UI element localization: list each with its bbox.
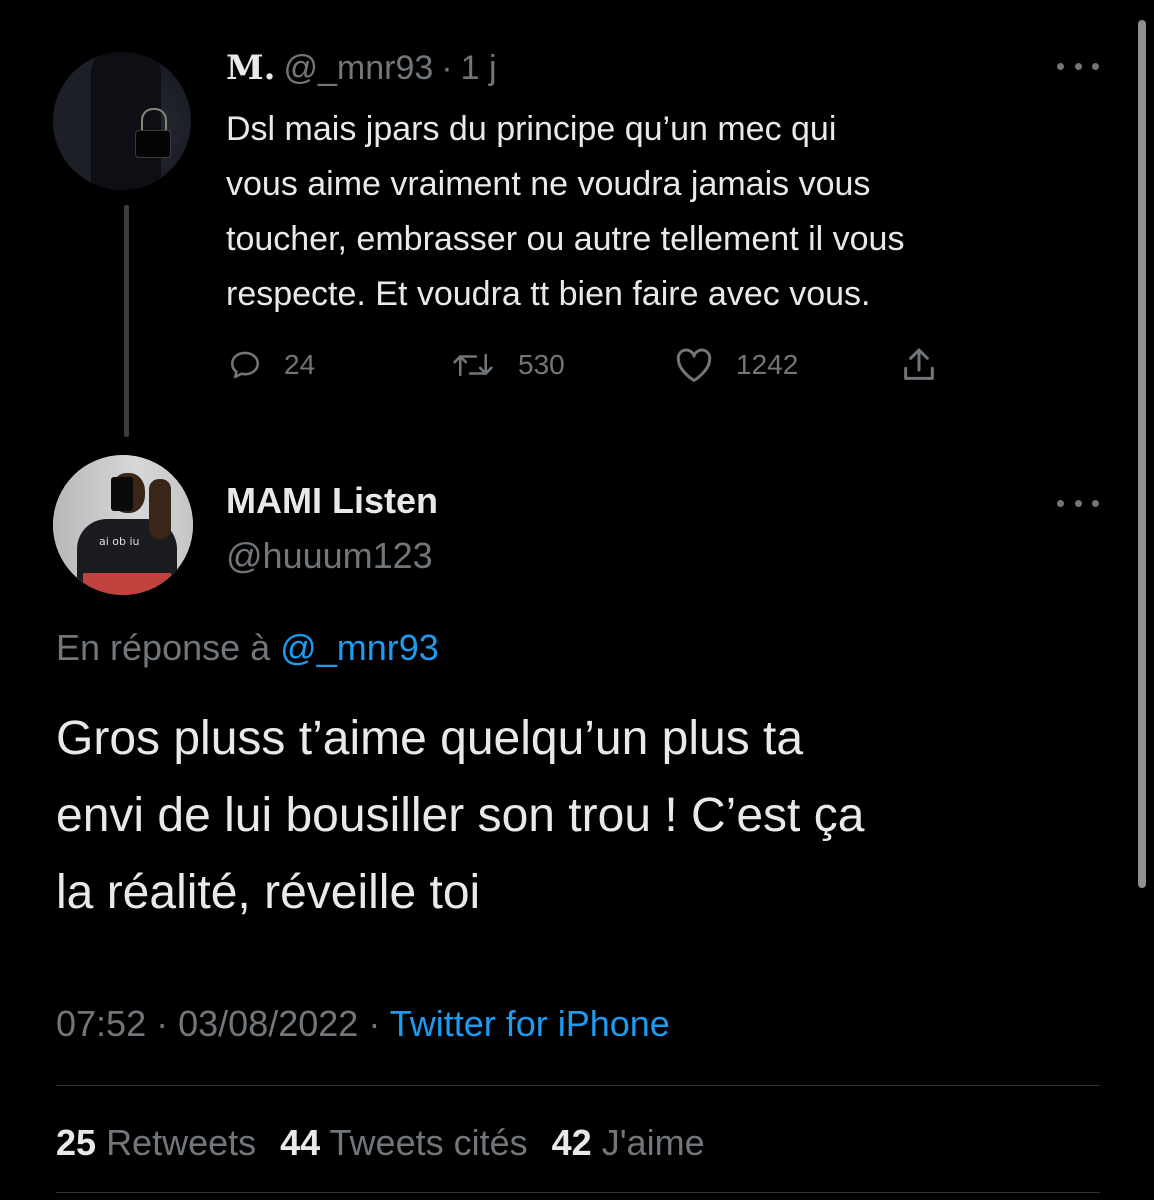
retweets-stat[interactable]: 25 Retweets — [56, 1122, 256, 1164]
likes-count: 42 — [551, 1122, 592, 1163]
parent-tweet-separator: · — [441, 48, 453, 87]
parent-tweet-avatar[interactable] — [53, 52, 191, 190]
main-tweet-text-line: la réalité, réveille toi — [56, 866, 481, 919]
meta-separator: · — [368, 1003, 381, 1044]
reply-context: En réponse à @_mnr93 — [56, 627, 439, 669]
divider — [56, 1192, 1100, 1193]
main-tweet-text: Gros pluss t’aime quelqu’un plus ta envi… — [56, 700, 1116, 931]
parent-tweet-text-line: Dsl mais jpars du principe qu’un mec qui — [226, 110, 837, 148]
reply-prefix: En réponse à — [56, 627, 271, 668]
like-count: 1242 — [736, 349, 799, 380]
tweet-stats: 25 Retweets 44 Tweets cités 42 J'aime — [56, 1122, 705, 1164]
retweet-count: 530 — [518, 349, 565, 380]
thread-connector-line — [124, 205, 129, 437]
reply-icon — [230, 351, 260, 379]
main-tweet-text-line: envi de lui bousiller son trou ! C’est ç… — [56, 789, 865, 842]
retweet-button[interactable]: 530 — [450, 344, 565, 386]
parent-tweet-display-name[interactable]: M. — [226, 48, 275, 88]
parent-tweet-text-line: respecte. Et voudra tt bien faire avec v… — [226, 275, 871, 313]
parent-tweet-text: Dsl mais jpars du principe qu’un mec qui… — [226, 102, 1126, 322]
share-button[interactable] — [898, 344, 940, 386]
tweet-source-link[interactable]: Twitter for iPhone — [390, 1003, 670, 1044]
retweet-icon — [453, 353, 493, 377]
parent-tweet-header: M. @_mnr93 · 1 j — [226, 46, 497, 90]
scrollbar[interactable] — [1138, 20, 1146, 888]
parent-tweet-handle[interactable]: @_mnr93 — [283, 49, 433, 88]
parent-tweet-text-line: vous aime vraiment ne voudra jamais vous — [226, 165, 871, 203]
avatar-shirt-text: ai ob iu — [99, 535, 140, 548]
retweets-label: Retweets — [106, 1122, 257, 1163]
main-tweet-more-options-icon[interactable] — [1057, 497, 1099, 509]
quotes-stat[interactable]: 44 Tweets cités — [280, 1122, 527, 1164]
reply-button[interactable]: 24 — [228, 344, 315, 386]
quotes-count: 44 — [280, 1122, 321, 1163]
main-tweet-handle[interactable]: @huuum123 — [226, 535, 433, 577]
parent-tweet-time[interactable]: 1 j — [461, 49, 497, 88]
retweets-count: 25 — [56, 1122, 97, 1163]
reply-count: 24 — [284, 349, 316, 380]
parent-tweet-more-options-icon[interactable] — [1057, 60, 1099, 72]
main-tweet-avatar[interactable]: ai ob iu — [53, 455, 193, 595]
main-tweet-text-line: Gros pluss t’aime quelqu’un plus ta — [56, 712, 804, 765]
parent-tweet-text-line: toucher, embrasser ou autre tellement il… — [226, 220, 905, 258]
meta-separator: · — [156, 1003, 169, 1044]
likes-stat[interactable]: 42 J'aime — [552, 1122, 705, 1164]
tweet-date[interactable]: 03/08/2022 — [178, 1003, 358, 1044]
divider — [56, 1085, 1100, 1086]
quotes-label: Tweets cités — [329, 1122, 528, 1163]
likes-label: J'aime — [601, 1122, 705, 1163]
main-tweet-display-name[interactable]: MAMI Listen — [226, 480, 438, 522]
like-button[interactable]: 1242 — [674, 344, 798, 386]
like-icon — [676, 348, 712, 383]
share-icon — [904, 348, 934, 380]
tweet-time[interactable]: 07:52 — [56, 1003, 146, 1044]
reply-mention-link[interactable]: @_mnr93 — [280, 627, 439, 668]
tweet-metadata: 07:52 · 03/08/2022 · Twitter for iPhone — [56, 1003, 670, 1045]
